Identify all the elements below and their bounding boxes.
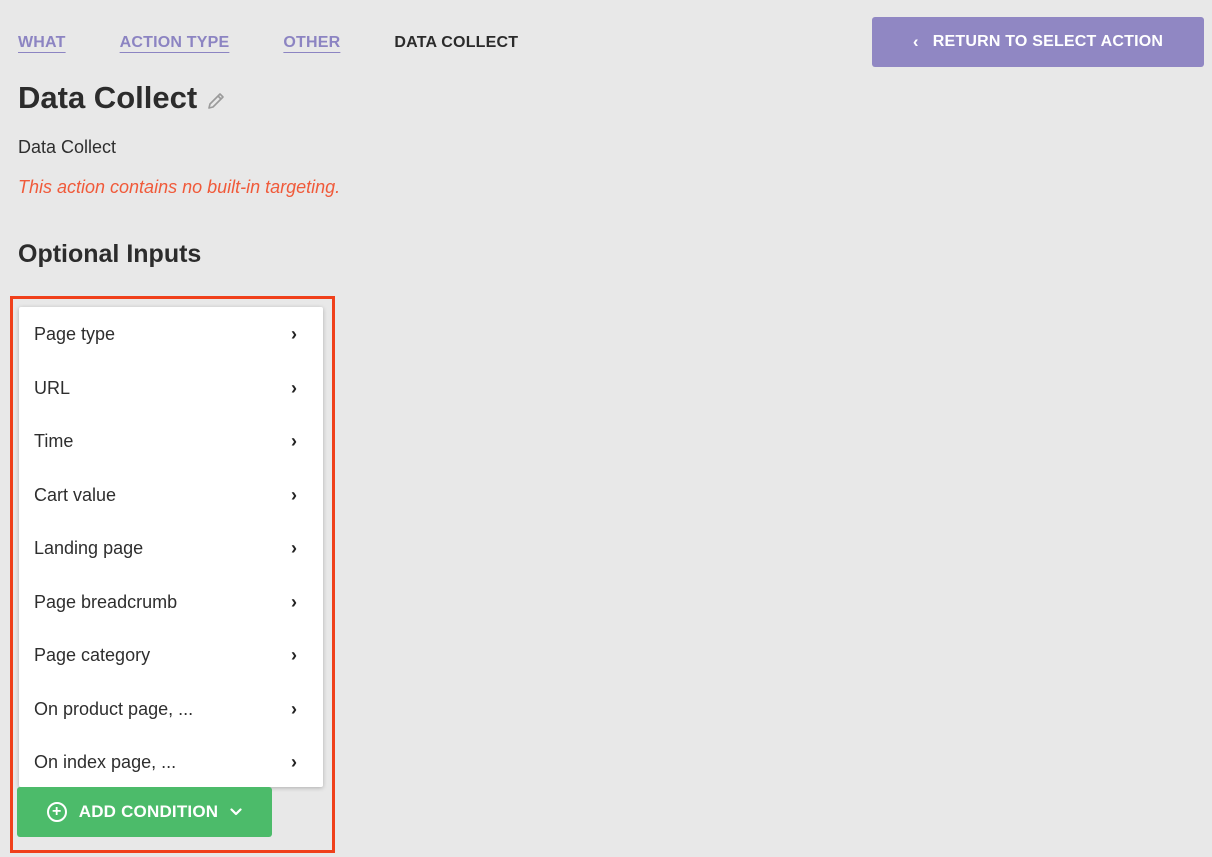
chevron-right-icon: ›: [291, 698, 297, 719]
menu-item-on-index-page[interactable]: On index page, ... ›: [19, 736, 323, 790]
chevron-right-icon: ›: [291, 377, 297, 398]
menu-item-cart-value[interactable]: Cart value ›: [19, 469, 323, 523]
optional-inputs-heading: Optional Inputs: [18, 240, 202, 268]
menu-item-page-type[interactable]: Page type ›: [19, 308, 323, 362]
plus-circle-icon: +: [46, 802, 67, 822]
add-condition-button[interactable]: + ADD CONDITION: [17, 787, 272, 837]
menu-item-page-breadcrumb[interactable]: Page breadcrumb ›: [19, 576, 323, 630]
return-to-select-action-button[interactable]: ‹ RETURN TO SELECT ACTION: [872, 17, 1204, 67]
chevron-left-icon: ‹: [912, 32, 919, 51]
breadcrumb-other[interactable]: OTHER: [283, 34, 340, 52]
page-title-row: Data Collect: [18, 80, 227, 116]
breadcrumb-what[interactable]: WHAT: [18, 34, 66, 52]
chevron-right-icon: ›: [291, 431, 297, 452]
condition-dropdown-menu: Page type › URL › Time › Cart value › La…: [19, 307, 323, 787]
chevron-down-icon: [230, 808, 242, 816]
chevron-right-icon: ›: [291, 591, 297, 612]
menu-item-label: Landing page: [34, 538, 144, 559]
menu-item-label: Page breadcrumb: [34, 591, 178, 612]
page-subtitle: Data Collect: [18, 137, 117, 157]
chevron-right-icon: ›: [291, 324, 297, 345]
menu-item-page-category[interactable]: Page category ›: [19, 629, 323, 683]
menu-item-label: Page category: [34, 645, 151, 666]
breadcrumb-current: DATA COLLECT: [394, 34, 519, 51]
chevron-right-icon: ›: [291, 752, 297, 773]
pencil-icon[interactable]: [205, 90, 227, 112]
menu-item-on-product-page[interactable]: On product page, ... ›: [19, 683, 323, 737]
menu-item-label: On product page, ...: [34, 698, 194, 719]
menu-item-label: Page type: [34, 324, 116, 345]
breadcrumb: WHAT ACTION TYPE OTHER DATA COLLECT: [18, 34, 518, 52]
return-button-label: RETURN TO SELECT ACTION: [932, 33, 1164, 50]
targeting-warning: This action contains no built-in targeti…: [18, 177, 341, 197]
chevron-right-icon: ›: [291, 645, 297, 666]
page-canvas: WHAT ACTION TYPE OTHER DATA COLLECT ‹ RE…: [0, 0, 1212, 857]
chevron-right-icon: ›: [291, 538, 297, 559]
chevron-right-icon: ›: [291, 484, 297, 505]
page-title: Data Collect: [18, 80, 198, 115]
menu-item-url[interactable]: URL ›: [19, 362, 323, 416]
add-condition-label: ADD CONDITION: [78, 802, 219, 821]
menu-item-label: On index page, ...: [34, 752, 177, 773]
menu-item-landing-page[interactable]: Landing page ›: [19, 522, 323, 576]
menu-item-label: Cart value: [34, 484, 117, 505]
menu-item-time[interactable]: Time ›: [19, 415, 323, 469]
menu-item-label: Time: [34, 431, 74, 452]
breadcrumb-action-type[interactable]: ACTION TYPE: [120, 34, 230, 52]
menu-item-label: URL: [34, 377, 71, 398]
